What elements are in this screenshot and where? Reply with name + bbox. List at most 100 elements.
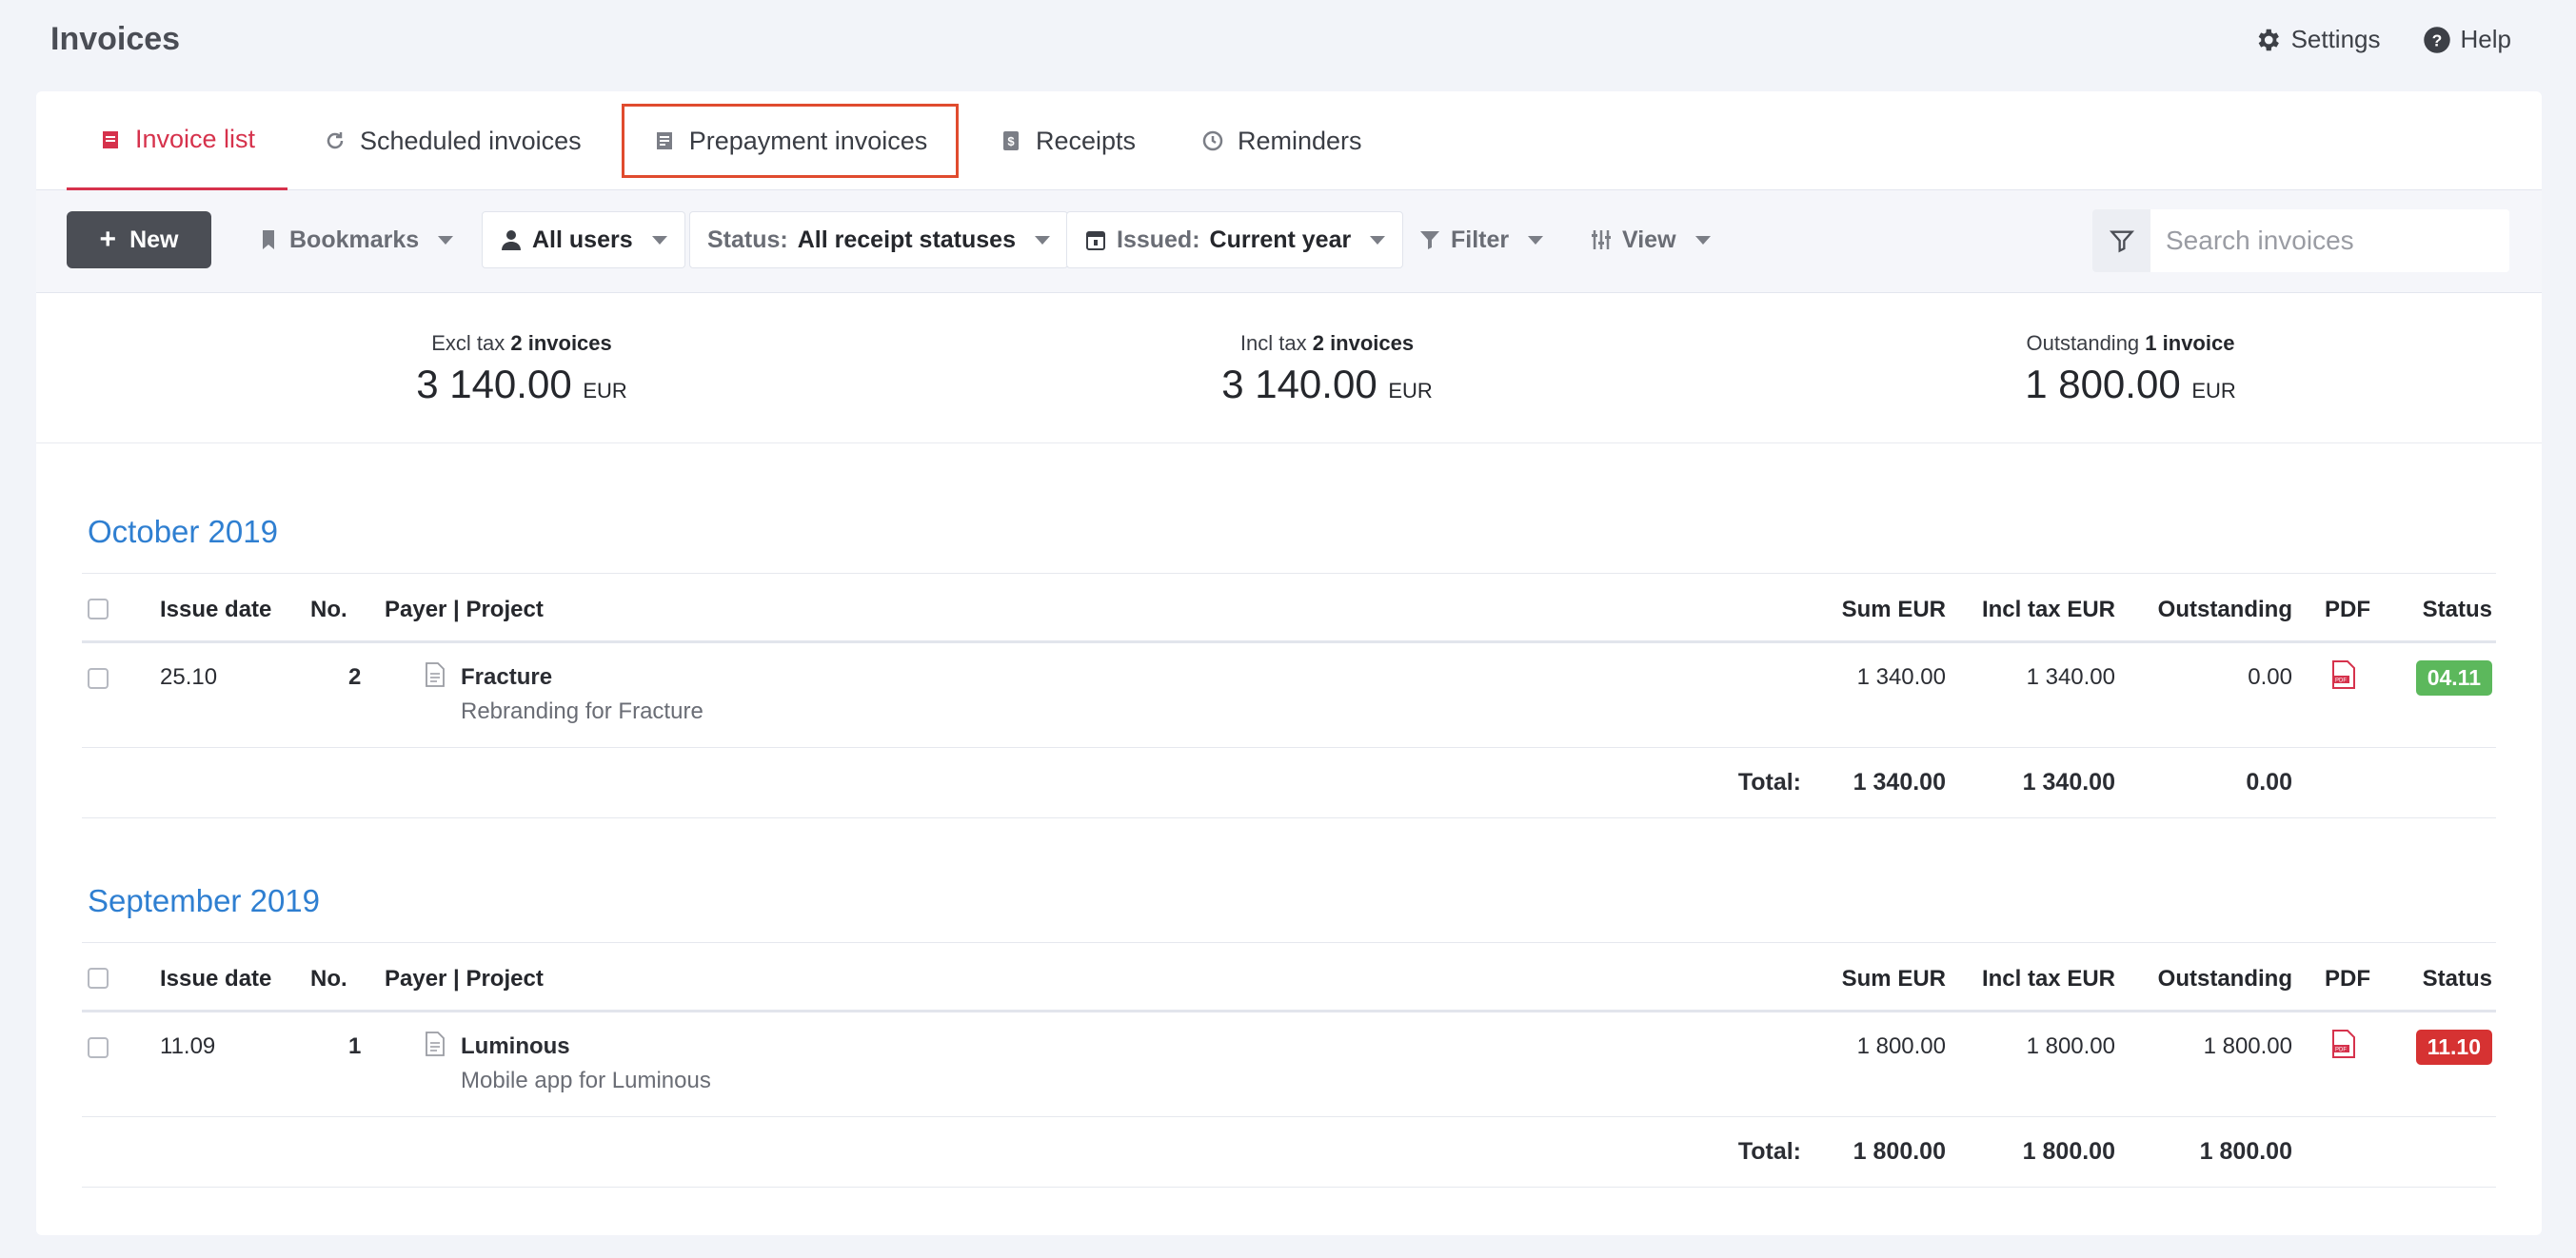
page-title: Invoices bbox=[50, 21, 181, 57]
summary-label: Excl tax bbox=[431, 331, 505, 355]
summary-outstanding: Outstanding 1 invoice 1 800.00 EUR bbox=[1883, 331, 2378, 407]
new-label: New bbox=[129, 226, 179, 253]
project-name: Rebranding for Fracture bbox=[461, 698, 703, 724]
calendar-icon bbox=[1086, 231, 1105, 250]
total-incl-tax: 1 340.00 bbox=[2022, 769, 2115, 796]
table-row[interactable]: 11.09 1 Luminous Mobile app for Luminous… bbox=[82, 1012, 2496, 1117]
users-value: All users bbox=[532, 226, 633, 253]
col-status[interactable]: Status bbox=[2423, 597, 2492, 623]
col-incl-tax[interactable]: Incl tax EUR bbox=[1982, 597, 2115, 623]
receipt-icon: $ bbox=[1003, 131, 1019, 150]
issued-value: Current year bbox=[1209, 226, 1352, 253]
col-issue-date[interactable]: Issue date bbox=[160, 597, 271, 623]
summary-bar: Excl tax 2 invoices 3 140.00 EUR Incl ta… bbox=[36, 293, 2542, 443]
totals-row: Total: 1 340.00 1 340.00 0.00 bbox=[82, 748, 2496, 818]
user-icon bbox=[502, 230, 521, 250]
gear-icon bbox=[2258, 29, 2279, 50]
row-checkbox[interactable] bbox=[88, 1037, 109, 1058]
total-label: Total: bbox=[1737, 769, 1801, 796]
sliders-icon bbox=[1592, 230, 1611, 249]
col-pdf: PDF bbox=[2325, 597, 2370, 622]
new-button[interactable]: + New bbox=[67, 211, 211, 268]
document-icon bbox=[426, 662, 445, 687]
col-no[interactable]: No. bbox=[310, 966, 347, 993]
tab-invoice-list[interactable]: Invoice list bbox=[67, 91, 287, 190]
tab-bar: Invoice list Scheduled invoices Prepayme… bbox=[36, 91, 2542, 190]
summary-value: 3 140.00 bbox=[1221, 362, 1377, 406]
search-box bbox=[2092, 209, 2509, 272]
invoice-table: Issue date No. Payer | Project Sum EUR I… bbox=[82, 942, 2496, 1188]
tab-label: Invoice list bbox=[134, 125, 256, 153]
invoices-card: Invoice list Scheduled invoices Prepayme… bbox=[36, 91, 2542, 1235]
col-outstanding[interactable]: Outstanding bbox=[2158, 597, 2292, 623]
search-filter-button[interactable] bbox=[2092, 209, 2150, 272]
plus-icon: + bbox=[99, 224, 117, 255]
select-all-checkbox[interactable] bbox=[88, 968, 109, 989]
chevron-down-icon bbox=[438, 235, 454, 245]
tab-reminders[interactable]: Reminders bbox=[1201, 91, 1362, 190]
search-input[interactable] bbox=[2150, 209, 2509, 272]
table-row[interactable]: 25.10 2 Fracture Rebranding for Fracture… bbox=[82, 643, 2496, 748]
col-no[interactable]: No. bbox=[310, 597, 347, 623]
issue-date: 11.09 bbox=[160, 1033, 216, 1059]
invoice-number[interactable]: 2 bbox=[348, 664, 361, 691]
summary-excl-tax: Excl tax 2 invoices 3 140.00 EUR bbox=[274, 331, 769, 407]
svg-text:$: $ bbox=[1007, 134, 1015, 148]
col-payer[interactable]: Payer | Project bbox=[385, 966, 544, 993]
tab-label: Scheduled invoices bbox=[360, 126, 582, 155]
project-name: Mobile app for Luminous bbox=[461, 1068, 711, 1093]
col-status[interactable]: Status bbox=[2423, 966, 2492, 993]
select-all-checkbox[interactable] bbox=[88, 599, 109, 619]
issued-prefix: Issued: bbox=[1117, 226, 1200, 253]
total-sum: 1 340.00 bbox=[1853, 769, 1946, 796]
summary-currency: EUR bbox=[1388, 379, 1433, 403]
help-icon: ? bbox=[2423, 26, 2450, 53]
status-dropdown[interactable]: Status: All receipt statuses bbox=[689, 211, 1068, 268]
sum-value: 1 340.00 bbox=[1856, 664, 1946, 690]
col-sum[interactable]: Sum EUR bbox=[1842, 966, 1946, 993]
col-payer[interactable]: Payer | Project bbox=[385, 597, 544, 623]
col-incl-tax[interactable]: Incl tax EUR bbox=[1982, 966, 2115, 993]
total-sum: 1 800.00 bbox=[1853, 1138, 1946, 1165]
chevron-down-icon bbox=[651, 235, 667, 245]
filter-dropdown[interactable]: Filter bbox=[1418, 211, 1544, 268]
col-outstanding[interactable]: Outstanding bbox=[2158, 966, 2292, 993]
summary-value: 1 800.00 bbox=[2025, 362, 2181, 406]
summary-currency: EUR bbox=[583, 379, 627, 403]
status-prefix: Status: bbox=[707, 226, 788, 253]
col-issue-date[interactable]: Issue date bbox=[160, 966, 271, 993]
issue-date: 25.10 bbox=[160, 664, 218, 690]
summary-count: 1 invoice bbox=[2145, 331, 2235, 355]
total-incl-tax: 1 800.00 bbox=[2022, 1138, 2115, 1165]
table-header: Issue date No. Payer | Project Sum EUR I… bbox=[82, 942, 2496, 1012]
bookmarks-dropdown[interactable]: Bookmarks bbox=[257, 211, 454, 268]
help-link[interactable]: ? Help bbox=[2423, 25, 2511, 54]
prepayment-icon bbox=[656, 132, 672, 149]
help-label: Help bbox=[2460, 25, 2511, 53]
chevron-down-icon bbox=[1370, 235, 1386, 245]
row-checkbox[interactable] bbox=[88, 668, 109, 689]
view-dropdown[interactable]: View bbox=[1590, 211, 1711, 268]
tab-prepayment-invoices[interactable]: Prepayment invoices bbox=[622, 104, 959, 178]
funnel-outline-icon bbox=[2109, 230, 2134, 253]
refresh-icon bbox=[327, 132, 344, 149]
payer-name[interactable]: Luminous bbox=[461, 1033, 570, 1060]
summary-label: Incl tax bbox=[1239, 331, 1307, 355]
invoice-number[interactable]: 1 bbox=[348, 1033, 361, 1060]
tab-receipts[interactable]: $ Receipts bbox=[1000, 91, 1136, 190]
issued-dropdown[interactable]: Issued: Current year bbox=[1066, 211, 1404, 268]
payer-name[interactable]: Fracture bbox=[461, 664, 552, 691]
total-label: Total: bbox=[1737, 1138, 1801, 1165]
col-sum[interactable]: Sum EUR bbox=[1842, 597, 1946, 623]
tab-scheduled-invoices[interactable]: Scheduled invoices bbox=[324, 91, 582, 190]
status-badge[interactable]: 04.11 bbox=[2415, 660, 2492, 696]
settings-label: Settings bbox=[2290, 25, 2381, 53]
status-badge[interactable]: 11.10 bbox=[2415, 1030, 2492, 1065]
sum-value: 1 800.00 bbox=[1856, 1033, 1946, 1059]
settings-link[interactable]: Settings bbox=[2253, 25, 2381, 54]
users-dropdown[interactable]: All users bbox=[482, 211, 685, 268]
summary-label: Outstanding bbox=[2026, 331, 2140, 355]
view-label: View bbox=[1622, 226, 1676, 253]
pdf-icon[interactable]: PDF bbox=[2330, 660, 2357, 689]
pdf-icon[interactable]: PDF bbox=[2330, 1030, 2357, 1058]
